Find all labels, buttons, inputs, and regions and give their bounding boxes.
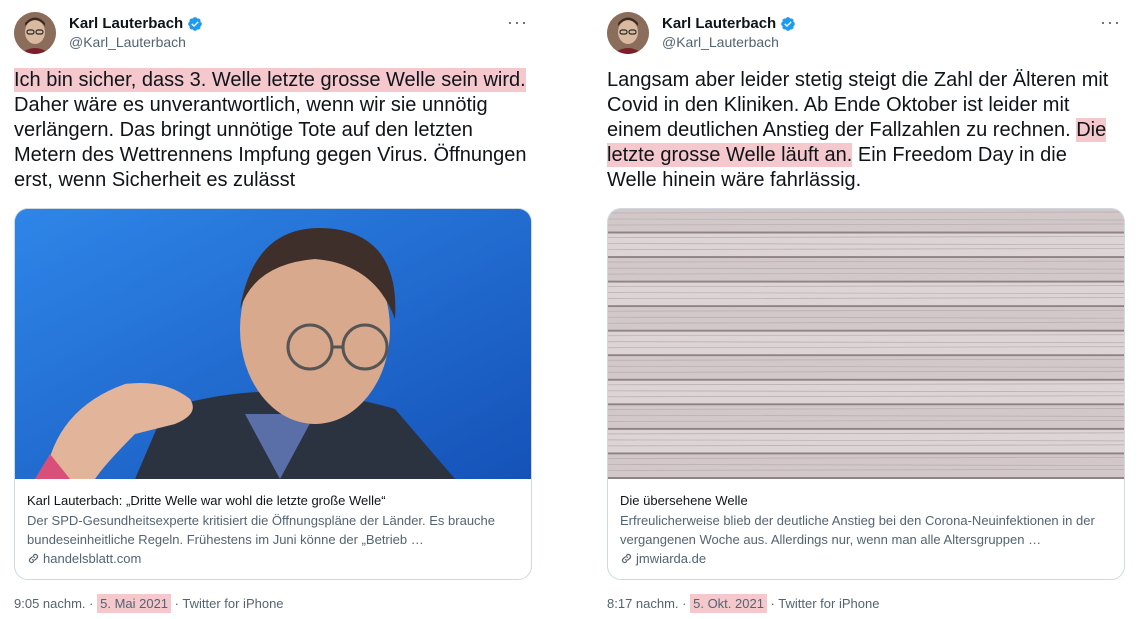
tweet-2: Karl Lauterbach @Karl_Lauterbach ··· Lan… [607, 0, 1127, 619]
wood-planks-image [608, 209, 1124, 479]
tweet-time[interactable]: 8:17 nachm. [607, 596, 679, 611]
tweet-date[interactable]: 5. Okt. 2021 [690, 594, 767, 613]
author-name[interactable]: Karl Lauterbach [69, 15, 183, 32]
author-handle[interactable]: @Karl_Lauterbach [69, 34, 186, 50]
author-name-row[interactable]: Karl Lauterbach [662, 15, 796, 32]
avatar[interactable] [14, 12, 56, 54]
author-handle[interactable]: @Karl_Lauterbach [662, 34, 779, 50]
link-card[interactable]: Karl Lauterbach: „Dritte Welle war wohl … [14, 208, 532, 580]
link-icon [621, 553, 632, 564]
tweet-header: Karl Lauterbach @Karl_Lauterbach ··· [607, 10, 1127, 54]
card-domain-text[interactable]: handelsblatt.com [43, 551, 141, 566]
avatar[interactable] [607, 12, 649, 54]
tweet-source[interactable]: Twitter for iPhone [182, 596, 283, 611]
tweet-header: Karl Lauterbach @Karl_Lauterbach ··· [14, 10, 534, 54]
highlighted-text: Ich bin sicher, dass 3. Welle letzte gro… [14, 68, 526, 92]
card-description: Erfreulicherweise blieb der deutliche An… [620, 513, 1095, 547]
separator: · [171, 596, 183, 611]
verified-badge-icon [188, 16, 203, 31]
separator: · [678, 596, 691, 611]
tweet-source[interactable]: Twitter for iPhone [778, 596, 879, 611]
portrait-photo [15, 209, 531, 479]
more-options-icon[interactable]: ··· [507, 12, 528, 33]
card-description: Der SPD-Gesundheitsexperte kritisiert di… [27, 513, 496, 547]
tweet-time[interactable]: 9:05 nachm. [14, 596, 86, 611]
author-name[interactable]: Karl Lauterbach [662, 15, 776, 32]
tweet-meta: 8:17 nachm. · 5. Okt. 2021 · Twitter for… [607, 594, 879, 613]
card-domain[interactable]: jmwiarda.de [620, 551, 1112, 566]
card-domain[interactable]: handelsblatt.com [27, 551, 519, 566]
card-image[interactable] [608, 209, 1124, 479]
tweet-text: Ich bin sicher, dass 3. Welle letzte gro… [14, 68, 529, 193]
more-options-icon[interactable]: ··· [1100, 12, 1121, 33]
tweet-text-body: Daher wäre es unverantwortlich, wenn wir… [14, 94, 527, 191]
tweet-text-body: Langsam aber leider stetig steigt die Za… [607, 69, 1109, 141]
tweet-text: Langsam aber leider stetig steigt die Za… [607, 68, 1122, 193]
separator: · [85, 596, 98, 611]
author-name-row[interactable]: Karl Lauterbach [69, 15, 203, 32]
separator: · [766, 596, 779, 611]
tweet-meta: 9:05 nachm. · 5. Mai 2021 · Twitter for … [14, 594, 284, 613]
verified-badge-icon [781, 16, 796, 31]
tweet-1: Karl Lauterbach @Karl_Lauterbach ··· Ich… [14, 0, 534, 619]
card-title[interactable]: Karl Lauterbach: „Dritte Welle war wohl … [27, 493, 519, 508]
tweet-date[interactable]: 5. Mai 2021 [97, 594, 172, 613]
link-card[interactable]: Die übersehene Welle Erfreulicherweise b… [607, 208, 1125, 580]
card-domain-text[interactable]: jmwiarda.de [636, 551, 706, 566]
card-title[interactable]: Die übersehene Welle [620, 493, 1112, 508]
card-image[interactable] [15, 209, 531, 479]
link-icon [28, 553, 39, 564]
